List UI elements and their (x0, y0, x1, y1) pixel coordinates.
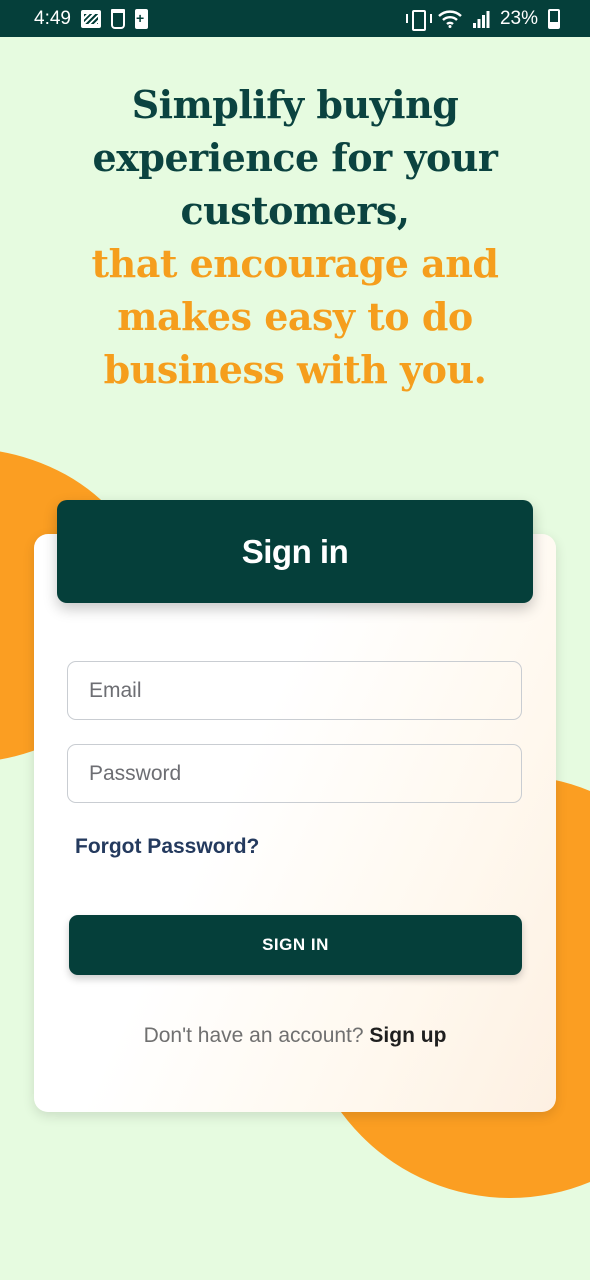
signal-icon (472, 10, 490, 28)
sign-in-screen: 4:49 23% Simplify buying (0, 0, 590, 1280)
sign-in-card-title: Sign in (57, 500, 533, 603)
password-field[interactable] (67, 744, 522, 803)
headline-line: Simplify buying (131, 82, 459, 127)
headline-line-accent: makes easy to do (117, 294, 473, 339)
battery-percent: 23% (499, 7, 538, 29)
battery-icon (548, 8, 560, 29)
sign-in-button[interactable]: SIGN IN (69, 915, 522, 975)
no-account-text: Don't have an account? (143, 1024, 364, 1047)
forgot-password-link[interactable]: Forgot Password? (75, 835, 259, 859)
headline: Simplify buying experience for your cust… (0, 78, 590, 396)
sign-up-link[interactable]: Sign up (369, 1024, 446, 1047)
status-time: 4:49 (34, 7, 71, 29)
headline-line: customers, (180, 188, 410, 233)
wifi-icon (438, 9, 462, 28)
battery-saver-icon (134, 8, 148, 29)
status-bar-right: 23% (405, 7, 560, 31)
status-bar-left: 4:49 (34, 8, 148, 30)
signup-prompt: Don't have an account? Sign up (34, 1024, 556, 1048)
status-bar: 4:49 23% (0, 0, 590, 37)
headline-line: experience for your (92, 135, 498, 180)
vibrate-icon (405, 9, 432, 31)
flashlight-icon (110, 8, 125, 29)
email-field[interactable] (67, 661, 522, 720)
headline-line-accent: business with you. (103, 347, 487, 392)
headline-line-accent: that encourage and (91, 241, 499, 286)
gallery-icon (80, 9, 101, 28)
